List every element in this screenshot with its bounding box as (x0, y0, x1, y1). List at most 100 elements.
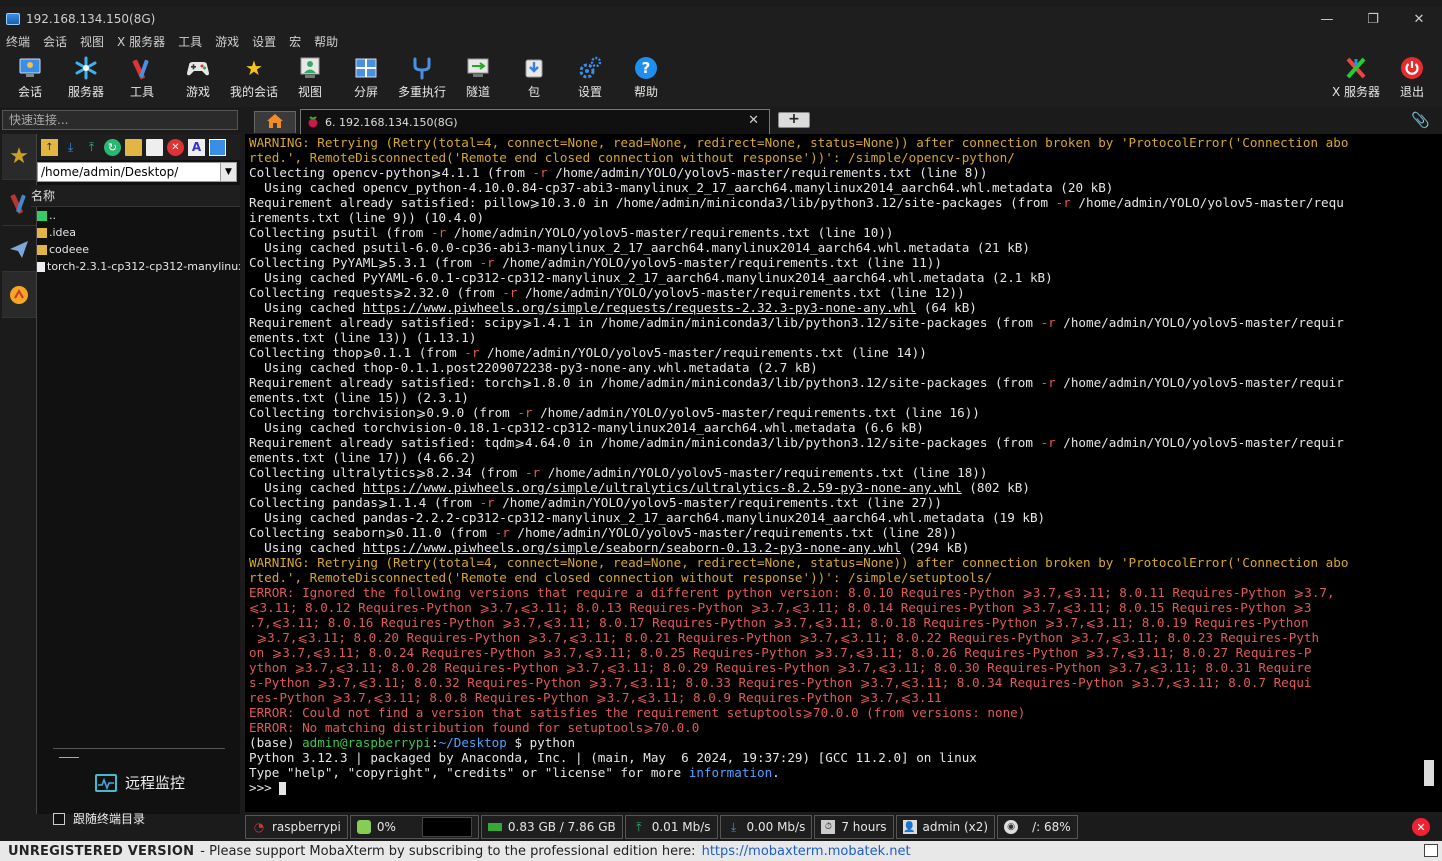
terminal-line: Requirement already satisfied: torch⩾1.8… (249, 375, 1442, 390)
packages-icon (521, 55, 547, 81)
menu-terminal[interactable]: 终端 (6, 33, 30, 50)
attach-icon[interactable]: 📎 (1411, 111, 1430, 129)
my-sessions-button[interactable]: ★ 我的会话 (226, 55, 282, 100)
close-session-icon[interactable]: ✕ (1412, 818, 1430, 836)
terminal-text: ERROR: Ignored the following versions th… (249, 585, 1335, 600)
terminal-text: res-Python ⩾3.7,⩽3.11; 8.0.8 Requires-Py… (249, 690, 942, 705)
upload-icon[interactable]: ⤒ (83, 139, 100, 156)
terminal-line: Collecting thop⩾0.1.1 (from -r /home/adm… (249, 345, 1442, 360)
games-icon (185, 55, 211, 81)
new-folder-icon[interactable] (125, 138, 142, 156)
exit-button[interactable]: 退出 (1384, 55, 1440, 100)
split-button[interactable]: 分屏 (338, 55, 394, 100)
settings-button[interactable]: 设置 (562, 55, 618, 100)
remote-monitor-button[interactable]: 远程监控 (95, 772, 185, 793)
packages-button[interactable]: 包 (506, 55, 562, 100)
rename-icon[interactable]: A (188, 138, 205, 156)
new-tab-button[interactable]: + (778, 112, 810, 128)
macros-side-tab[interactable] (2, 272, 36, 318)
file-item-torch-whl[interactable]: torch-2.3.1-cp312-cp312-manylinux2014_aa… (37, 258, 240, 275)
restore-icon[interactable] (1424, 844, 1438, 857)
terminal-text: Collecting thop⩾0.1.1 (from (249, 345, 465, 360)
tools-button[interactable]: 工具 (114, 55, 170, 100)
menu-macros[interactable]: 宏 (289, 33, 301, 50)
terminal-text: -r (430, 225, 447, 240)
terminal-line: on ⩾3.7,⩽3.11; 8.0.24 Requires-Python ⩾3… (249, 645, 1442, 660)
menu-sessions[interactable]: 会话 (43, 33, 67, 50)
terminal-text: rted.', RemoteDisconnected('Remote end c… (249, 570, 993, 585)
file-item-parent[interactable]: .. (37, 207, 240, 224)
new-file-icon[interactable] (146, 138, 163, 156)
menu-games[interactable]: 游戏 (215, 33, 239, 50)
paper-plane-icon (10, 240, 28, 258)
chevron-down-icon[interactable]: ▼ (220, 163, 236, 181)
terminal-line: WARNING: Retrying (Retry(total=4, connec… (249, 135, 1442, 150)
session-tab-label: 6. 192.168.134.150(8G) (325, 115, 458, 129)
path-input[interactable]: /home/admin/Desktop/ ▼ (37, 162, 237, 182)
terminal-text: /home/admin/YOLO/yolov5-master/requireme… (532, 405, 980, 420)
status-users: 👤 admin (x2) (895, 815, 996, 839)
menu-view[interactable]: 视图 (80, 33, 104, 50)
raspberry-icon (307, 113, 319, 132)
menu-xserver[interactable]: X 服务器 (117, 33, 165, 50)
minimize-button[interactable]: — (1304, 7, 1350, 31)
view-button[interactable]: 视图 (282, 55, 338, 100)
games-button[interactable]: 游戏 (170, 55, 226, 100)
quick-connect-input[interactable]: 快速连接... (2, 110, 238, 130)
toggle-hidden-icon[interactable] (209, 138, 226, 156)
delete-icon[interactable]: ✕ (167, 138, 184, 156)
session-tab[interactable]: 6. 192.168.134.150(8G) ✕ (300, 109, 770, 134)
terminal-text: Collecting torchvision⩾0.9.0 (from (249, 405, 518, 420)
terminal-text: -r (494, 525, 510, 540)
xserver-button[interactable]: X 服务器 (1328, 55, 1384, 100)
tunnel-button[interactable]: 隧道 (450, 55, 506, 100)
settings-icon (577, 55, 603, 81)
xserver-icon (1343, 55, 1369, 81)
home-tab[interactable] (254, 111, 296, 133)
terminal-text: /home/admin/YOLO/yolov5-master/requ (1070, 195, 1344, 210)
close-window-button[interactable]: ✕ (1396, 7, 1442, 31)
tunnel-icon (465, 55, 491, 81)
menu-help[interactable]: 帮助 (314, 33, 338, 50)
support-message: - Please support MobaXterm by subscribin… (200, 843, 696, 859)
terminal-text: WARNING: Retrying (Retry(total=4, connec… (249, 135, 1349, 150)
refresh-icon[interactable]: ↻ (104, 138, 121, 156)
terminal-line: (base) admin@raspberrypi:~/Desktop $ pyt… (249, 735, 1442, 750)
tools-icon (129, 55, 155, 81)
multiexec-button[interactable]: 多重执行 (394, 55, 450, 100)
terminal-line: s-Python ⩾3.7,⩽3.11; 8.0.32 Requires-Pyt… (249, 675, 1442, 690)
menu-settings[interactable]: 设置 (252, 33, 276, 50)
terminal-scrollbar-thumb[interactable] (1424, 760, 1434, 786)
file-item-idea[interactable]: .idea (37, 224, 240, 241)
name-column-header[interactable]: 名称 (31, 185, 240, 207)
terminal-text: Using cached pandas-2.2.2-cp312-cp312-ma… (249, 510, 1046, 525)
menu-tools[interactable]: 工具 (178, 33, 202, 50)
terminal-link[interactable]: https://www.piwheels.org/simple/seaborn/… (363, 540, 901, 555)
home-icon (266, 113, 284, 133)
file-item-codeee[interactable]: codeee (37, 241, 240, 258)
terminal-link[interactable]: https://www.piwheels.org/simple/requests… (363, 300, 917, 315)
close-tab-icon[interactable]: ✕ (748, 113, 759, 128)
terminal-text: /home/admin/YOLO/yolov5-master/requireme… (446, 225, 894, 240)
follow-terminal-checkbox[interactable]: 跟随终端目录 (53, 810, 145, 827)
terminal-text: (294 kB) (901, 540, 970, 555)
terminal-text: s-Python ⩾3.7,⩽3.11; 8.0.32 Requires-Pyt… (249, 675, 1312, 690)
terminal-line: ython ⩾3.7,⩽3.11; 8.0.28 Requires-Python… (249, 660, 1442, 675)
mobaxterm-link[interactable]: https://mobaxterm.mobatek.net (702, 844, 911, 859)
terminal-output[interactable]: WARNING: Retrying (Retry(total=4, connec… (245, 134, 1442, 812)
session-button[interactable]: 会话 (2, 55, 58, 100)
download-icon[interactable]: ⤓ (62, 139, 79, 156)
parent-folder-icon[interactable]: ↑ (41, 138, 58, 156)
terminal-line: ements.txt (line 17)) (4.66.2) (249, 450, 1442, 465)
terminal-text: WARNING: Retrying (Retry(total=4, connec… (249, 555, 1349, 570)
help-button[interactable]: ? 帮助 (618, 55, 674, 100)
parent-folder-icon (37, 210, 47, 221)
download-arrow-icon: ⤓ (730, 819, 737, 834)
multiexec-icon (409, 55, 435, 81)
sftp-side-tab[interactable] (2, 226, 36, 272)
sessions-side-tab[interactable]: ★ (2, 134, 36, 180)
terminal-link[interactable]: https://www.piwheels.org/simple/ultralyt… (363, 480, 962, 495)
maximize-button[interactable]: ❐ (1350, 7, 1396, 31)
servers-button[interactable]: 服务器 (58, 55, 114, 100)
terminal-line: Requirement already satisfied: tqdm⩾4.64… (249, 435, 1442, 450)
